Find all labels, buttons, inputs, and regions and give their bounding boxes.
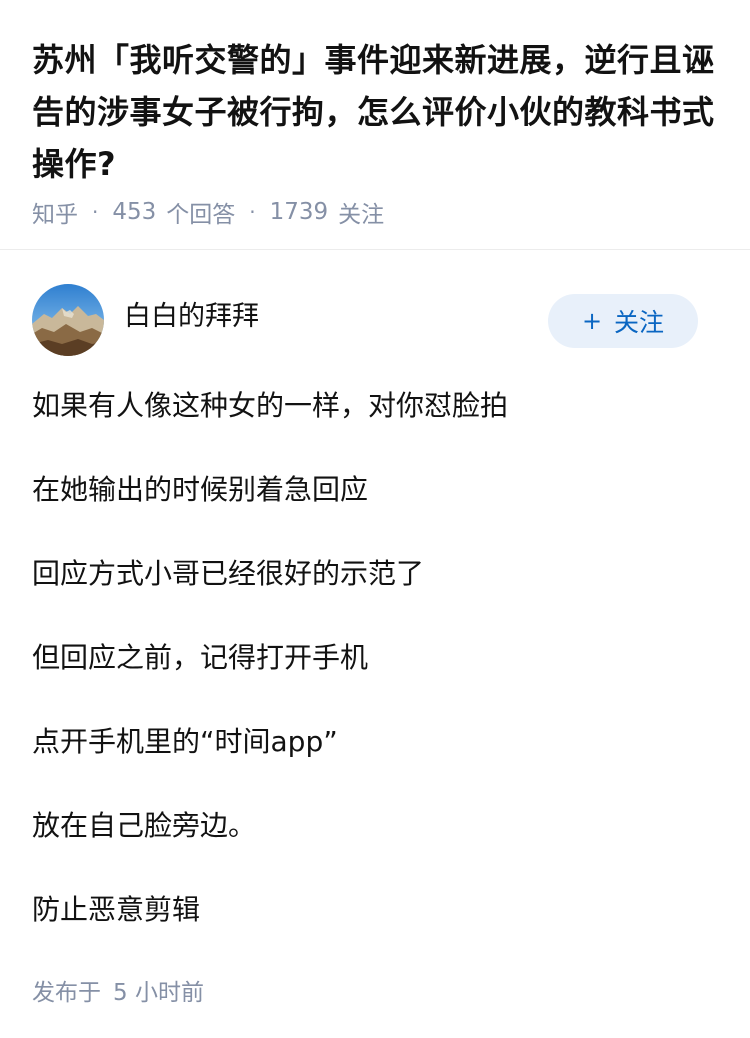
meta-separator: · [249, 200, 256, 224]
publish-time-label: 发布于 [32, 980, 101, 1006]
follow-button[interactable]: + 关注 [548, 294, 698, 348]
plus-icon: + [581, 307, 603, 335]
answer-paragraph: 如果有人像这种女的一样，对你怼脸拍 [32, 389, 509, 422]
follower-count-label: 关注 [338, 202, 385, 228]
author-name[interactable]: 白白的拜拜 [124, 299, 259, 335]
question-title[interactable]: 苏州「我听交警的」事件迎来新进展，逆行且诬告的涉事女子被行拘，怎么评价小伙的教科… [32, 34, 732, 190]
mountain-landscape-avatar-icon [32, 284, 104, 356]
follower-count: 1739 [269, 199, 329, 225]
meta-separator: · [92, 200, 99, 224]
answer-count-label: 个回答 [166, 202, 236, 228]
publish-time-value: 5 小时前 [113, 980, 204, 1006]
answer-paragraph: 点开手机里的“时间app” [32, 725, 338, 758]
avatar[interactable] [32, 284, 104, 356]
answer-paragraph: 回应方式小哥已经很好的示范了 [32, 557, 425, 590]
publish-time: 发布于 5 小时前 [32, 973, 204, 1007]
answer-paragraph: 在她输出的时候别着急回应 [32, 473, 369, 506]
answer-body: 如果有人像这种女的一样，对你怼脸拍 在她输出的时候别着急回应 回应方式小哥已经很… [32, 386, 722, 974]
source-label[interactable]: 知乎 [32, 195, 78, 229]
question-meta: 知乎 · 453 个回答 · 1739 关注 [32, 194, 384, 230]
answer-paragraph: 放在自己脸旁边。 [32, 809, 257, 842]
answer-count: 453 [112, 199, 157, 225]
answer-paragraph: 防止恶意剪辑 [32, 893, 201, 926]
answer-paragraph: 但回应之前，记得打开手机 [32, 641, 369, 674]
follow-button-label: 关注 [614, 308, 665, 337]
question-header: 苏州「我听交警的」事件迎来新进展，逆行且诬告的涉事女子被行拘，怎么评价小伙的教科… [0, 0, 750, 250]
